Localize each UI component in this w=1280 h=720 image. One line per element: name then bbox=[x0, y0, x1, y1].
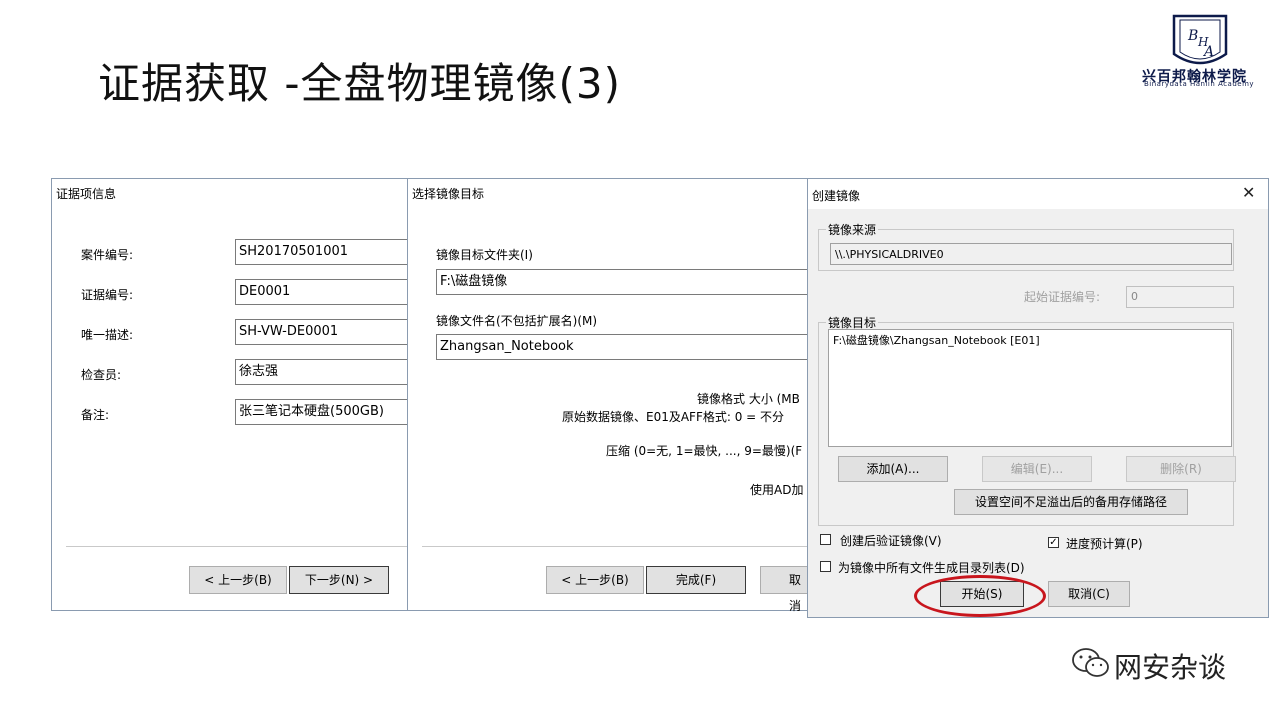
notes-field[interactable]: 张三笔记本硬盘(500GB) bbox=[235, 399, 410, 425]
dialog-title: 证据项信息 bbox=[56, 187, 117, 201]
compression-label: 压缩 (0=无, 1=最快, ..., 9=最慢)(F bbox=[606, 444, 803, 458]
image-source-group-title: 镜像来源 bbox=[826, 221, 879, 238]
create-image-dialog: 创建镜像 ✕ 镜像来源 \\.\PHYSICALDRIVE0 起始证据编号: 0… bbox=[807, 178, 1269, 618]
add-button[interactable]: 添加(A)... bbox=[838, 456, 948, 482]
raw-format-label: 原始数据镜像、E01及AFF格式: 0 = 不分 bbox=[562, 410, 785, 424]
start-evidence-number-label: 起始证据编号: bbox=[1024, 290, 1101, 304]
image-destination-list[interactable]: F:\磁盘镜像\Zhangsan_Notebook [E01] bbox=[828, 329, 1232, 447]
image-destination-list-item[interactable]: F:\磁盘镜像\Zhangsan_Notebook [E01] bbox=[833, 332, 1040, 348]
backup-path-button[interactable]: 设置空间不足溢出后的备用存储路径 bbox=[954, 489, 1188, 515]
back-button[interactable]: < 上一步(B) bbox=[546, 566, 644, 594]
watermark-text: 网安杂谈 bbox=[1114, 651, 1227, 684]
directory-listing-checkbox[interactable] bbox=[820, 561, 831, 572]
progress-estimate-label: 进度预计算(P) bbox=[1066, 537, 1143, 551]
unique-description-field[interactable]: SH-VW-DE0001 bbox=[235, 319, 410, 345]
divider bbox=[422, 546, 810, 547]
destination-folder-label: 镜像目标文件夹(I) bbox=[436, 248, 533, 262]
cancel-button[interactable]: 取消 bbox=[760, 566, 810, 613]
dialog-title: 创建镜像 bbox=[812, 189, 861, 203]
image-filename-field[interactable]: Zhangsan_Notebook bbox=[436, 334, 810, 360]
select-image-destination-dialog: 选择镜像目标 镜像目标文件夹(I) F:\磁盘镜像 镜像文件名(不包括扩展名)(… bbox=[407, 178, 810, 613]
evidence-number-field[interactable]: DE0001 bbox=[235, 279, 410, 305]
divider bbox=[66, 546, 410, 547]
wechat-icon bbox=[1072, 648, 1109, 677]
evidence-info-dialog: 证据项信息 案件编号: SH20170501001 证据编号: DE0001 唯… bbox=[51, 178, 410, 611]
svg-text:A: A bbox=[1202, 44, 1214, 60]
progress-estimate-checkbox[interactable]: ✓ bbox=[1048, 537, 1059, 548]
examiner-field[interactable]: 徐志强 bbox=[235, 359, 410, 385]
title-bar bbox=[808, 179, 1268, 209]
case-number-label: 案件编号: bbox=[81, 248, 134, 262]
unique-description-label: 唯一描述: bbox=[81, 328, 134, 342]
destination-folder-field[interactable]: F:\磁盘镜像 bbox=[436, 269, 810, 295]
svg-text:B: B bbox=[1187, 28, 1198, 44]
image-source-field: \\.\PHYSICALDRIVE0 bbox=[830, 243, 1232, 265]
directory-listing-label: 为镜像中所有文件生成目录列表(D) bbox=[838, 561, 1025, 575]
notes-label: 备注: bbox=[81, 408, 110, 422]
cancel-button[interactable]: 取消(C) bbox=[1048, 581, 1130, 607]
back-button[interactable]: < 上一步(B) bbox=[189, 566, 287, 594]
case-number-field[interactable]: SH20170501001 bbox=[235, 239, 410, 265]
verify-image-checkbox[interactable] bbox=[820, 534, 831, 545]
close-icon[interactable]: ✕ bbox=[1242, 183, 1255, 202]
image-filename-label: 镜像文件名(不包括扩展名)(M) bbox=[436, 314, 598, 328]
ad-encryption-label: 使用AD加 bbox=[750, 483, 804, 497]
image-format-label: 镜像格式 大小 (MB bbox=[697, 392, 800, 406]
slide-title: 证据获取 -全盘物理镜像(3) bbox=[98, 59, 621, 108]
evidence-number-label: 证据编号: bbox=[81, 288, 134, 302]
logo-subtitle: Binarydata Hanlin Academy bbox=[1144, 80, 1255, 88]
start-evidence-number-field: 0 bbox=[1126, 286, 1234, 308]
finish-button[interactable]: 完成(F) bbox=[646, 566, 746, 594]
verify-image-label: 创建后验证镜像(V) bbox=[840, 534, 942, 548]
edit-button[interactable]: 编辑(E)... bbox=[982, 456, 1092, 482]
highlight-oval bbox=[914, 575, 1046, 617]
examiner-label: 检查员: bbox=[81, 368, 122, 382]
dialog-title: 选择镜像目标 bbox=[412, 187, 485, 201]
delete-button[interactable]: 删除(R) bbox=[1126, 456, 1236, 482]
next-button[interactable]: 下一步(N) > bbox=[289, 566, 389, 594]
